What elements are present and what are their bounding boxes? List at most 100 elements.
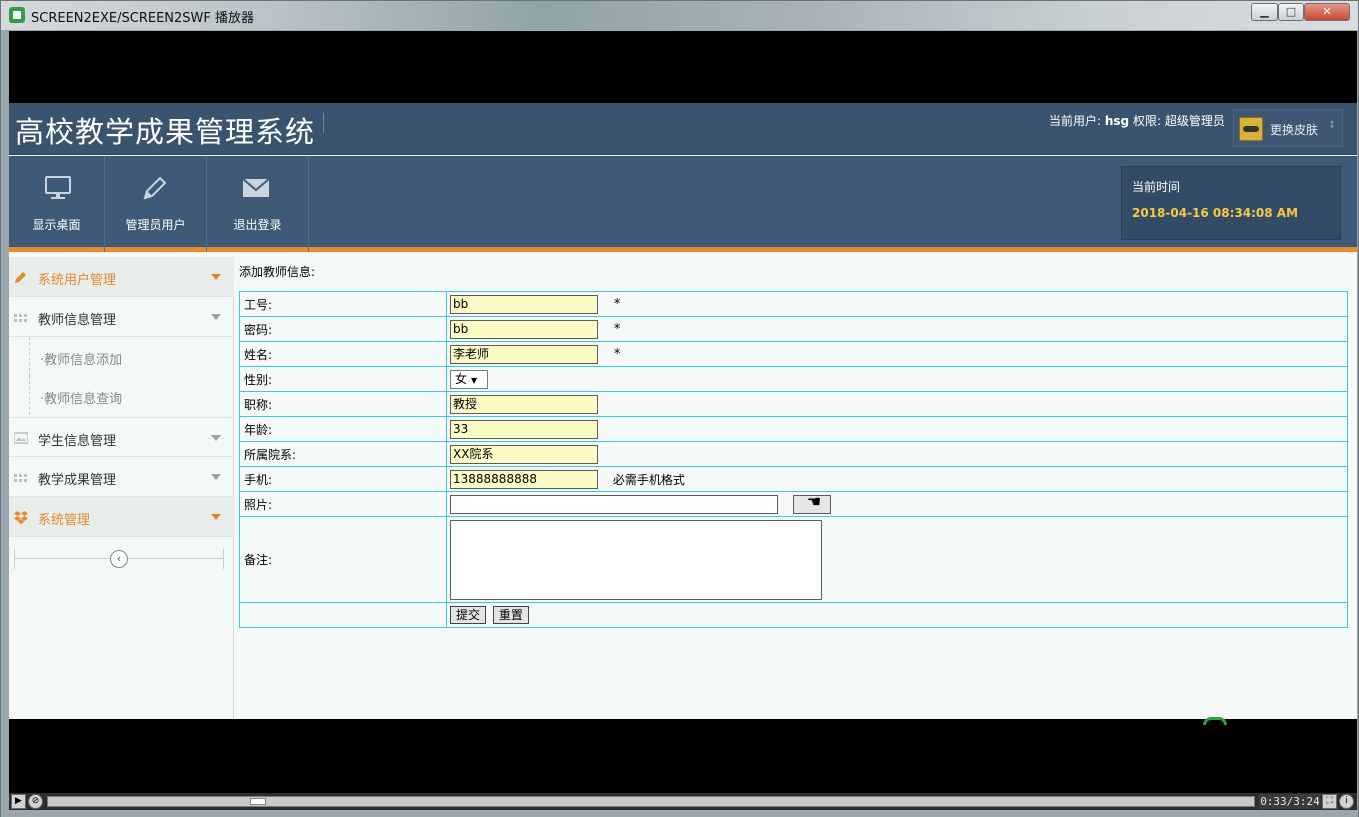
skin-label: 更换皮肤 <box>1270 123 1319 137</box>
sidebar-item-student-info[interactable]: 学生信息管理 <box>9 417 234 457</box>
main-toolbar: 显示桌面 管理员用户 退出登录 当前时间 2018-04-16 08:34:08… <box>9 156 1357 252</box>
maximize-button[interactable]: □ <box>1278 3 1304 21</box>
app-logo-icon <box>9 7 25 23</box>
name-cell: 李老师 * <box>446 341 1348 367</box>
sidebar-item-teaching-results[interactable]: 教学成果管理 <box>9 457 234 497</box>
sidebar-item-system-manage[interactable]: 系统管理 <box>9 497 234 537</box>
form-row-actions: 提交 重置 <box>239 602 1348 628</box>
sidebar-subitem-query-teacher[interactable]: ·教师信息查询 <box>29 376 234 415</box>
dept-input[interactable]: XX院系 <box>450 444 598 464</box>
pencil-icon <box>143 176 167 200</box>
info-icon[interactable]: i <box>1339 794 1354 809</box>
form-row-dept: 所属院系: XX院系 <box>239 441 1348 467</box>
close-button[interactable]: ✕ <box>1304 3 1350 21</box>
role-label: 权限: <box>1132 114 1162 128</box>
required-mark: * <box>613 346 621 362</box>
window-bottom-frame <box>1 810 1358 817</box>
sidebar-item-label: 系统用户管理 <box>38 273 117 288</box>
gender-cell: 女 ▼ <box>446 366 1348 392</box>
gender-label: 性别: <box>239 366 447 392</box>
form-row-name: 姓名: 李老师 * <box>239 341 1348 367</box>
change-skin-button[interactable]: 更换皮肤 ⇕ <box>1233 109 1343 147</box>
minimize-button[interactable]: ▁ <box>1251 3 1278 21</box>
show-desktop-button[interactable]: 显示桌面 <box>9 156 105 252</box>
player-window: SCREEN2EXE/SCREEN2SWF 播放器 ▁ □ ✕ 高校教学成果管理… <box>0 0 1359 817</box>
phone-input[interactable]: 13888888888 <box>450 469 598 489</box>
title-label: 职称: <box>239 391 447 417</box>
seek-bar[interactable] <box>47 796 1255 807</box>
sidebar-subitem-add-teacher[interactable]: ·教师信息添加 <box>29 337 234 376</box>
form-row-remark: 备注: <box>239 516 1348 603</box>
current-user-name: hsg <box>1104 114 1130 128</box>
main-content: 添加教师信息: 工号: bb * 密码: bb * 姓名: 李老师 * 性别: … <box>235 257 1357 719</box>
play-button[interactable]: ▶ <box>11 794 26 809</box>
photo-label: 照片: <box>239 491 447 517</box>
required-mark: * <box>613 321 621 337</box>
grid-icon <box>14 474 27 482</box>
player-watermark <box>1199 711 1339 725</box>
actions-blank <box>239 602 447 628</box>
job-no-label: 工号: <box>239 291 447 317</box>
dropbox-icon <box>14 511 28 524</box>
photo-file-input[interactable] <box>450 494 778 514</box>
site-title: 高校教学成果管理系统 <box>15 115 316 149</box>
admin-user-label: 管理员用户 <box>125 218 186 232</box>
job-no-input[interactable]: bb <box>450 294 598 314</box>
sidebar-item-label: 教学成果管理 <box>38 473 117 488</box>
fullscreen-icon[interactable]: ⛶ <box>1322 794 1337 809</box>
sidebar-collapse-bar: ‹ <box>14 549 224 569</box>
browse-button[interactable]: ☚ <box>792 492 831 514</box>
gender-value: 女 <box>455 371 468 386</box>
collapse-edge-right <box>223 549 224 569</box>
name-input[interactable]: 李老师 <box>450 344 598 364</box>
window-title: SCREEN2EXE/SCREEN2SWF 播放器 <box>31 11 254 26</box>
phone-format-hint: 必需手机格式 <box>612 472 685 487</box>
mute-button[interactable]: ⊘ <box>28 794 43 809</box>
form-row-photo: 照片: ☚ <box>239 491 1348 517</box>
playback-controls: ▶ ⊘ 0:33/3:24 ⛶ i <box>9 793 1357 810</box>
form-row-title: 职称: 教授 <box>239 391 1348 417</box>
age-input[interactable]: 33 <box>450 419 598 439</box>
sidebar-item-label: 学生信息管理 <box>38 434 117 449</box>
age-cell: 33 <box>446 416 1348 442</box>
reset-button[interactable]: 重置 <box>492 606 529 624</box>
password-label: 密码: <box>239 316 447 342</box>
form-row-phone: 手机: 13888888888 必需手机格式 <box>239 466 1348 492</box>
image-icon <box>14 432 28 444</box>
phone-label: 手机: <box>239 466 447 492</box>
updown-arrow-icon: ⇕ <box>1328 120 1337 131</box>
pencil-icon <box>15 272 26 283</box>
seek-thumb[interactable] <box>250 798 266 805</box>
admin-user-button[interactable]: 管理员用户 <box>105 156 207 252</box>
submit-button[interactable]: 提交 <box>450 606 487 624</box>
password-input[interactable]: bb <box>450 319 598 339</box>
title-input[interactable]: 教授 <box>450 394 598 414</box>
sidebar-subitem-label: ·教师信息查询 <box>40 392 123 407</box>
sidebar: 系统用户管理 教师信息管理 ·教师信息添加 ·教师信息查询 学生信息管理 教学成… <box>9 257 234 719</box>
title-cell: 教授 <box>446 391 1348 417</box>
sidebar-item-system-users[interactable]: 系统用户管理 <box>9 257 234 297</box>
web-app: 高校教学成果管理系统 当前用户: hsg 权限: 超级管理员 更换皮肤 ⇕ 显示… <box>9 103 1357 719</box>
actions-cell: 提交 重置 <box>446 602 1348 628</box>
window-titlebar[interactable]: SCREEN2EXE/SCREEN2SWF 播放器 ▁ □ ✕ <box>1 1 1358 30</box>
remark-textarea[interactable] <box>450 519 822 600</box>
age-label: 年龄: <box>239 416 447 442</box>
envelope-icon <box>242 178 270 197</box>
collapse-edge-left <box>14 549 15 569</box>
form-row-password: 密码: bb * <box>239 316 1348 342</box>
password-cell: bb * <box>446 316 1348 342</box>
logout-button[interactable]: 退出登录 <box>207 156 309 252</box>
remark-cell <box>446 516 1348 603</box>
sidebar-item-teacher-info[interactable]: 教师信息管理 <box>9 297 234 337</box>
teacher-form: 工号: bb * 密码: bb * 姓名: 李老师 * 性别: 女 ▼ 职称: … <box>239 291 1348 628</box>
current-time-panel: 当前时间 2018-04-16 08:34:08 AM <box>1121 166 1341 240</box>
sidebar-item-label: 教师信息管理 <box>38 313 117 328</box>
app-header: 高校教学成果管理系统 当前用户: hsg 权限: 超级管理员 更换皮肤 ⇕ <box>9 103 1357 155</box>
chevron-down-icon <box>211 274 221 280</box>
collapse-sidebar-button[interactable]: ‹ <box>110 550 128 568</box>
form-row-gender: 性别: 女 ▼ <box>239 366 1348 392</box>
current-user-info: 当前用户: hsg 权限: 超级管理员 <box>1049 112 1225 129</box>
chevron-down-icon <box>211 314 221 320</box>
gender-select[interactable]: 女 ▼ <box>450 369 488 389</box>
dept-cell: XX院系 <box>446 441 1348 467</box>
